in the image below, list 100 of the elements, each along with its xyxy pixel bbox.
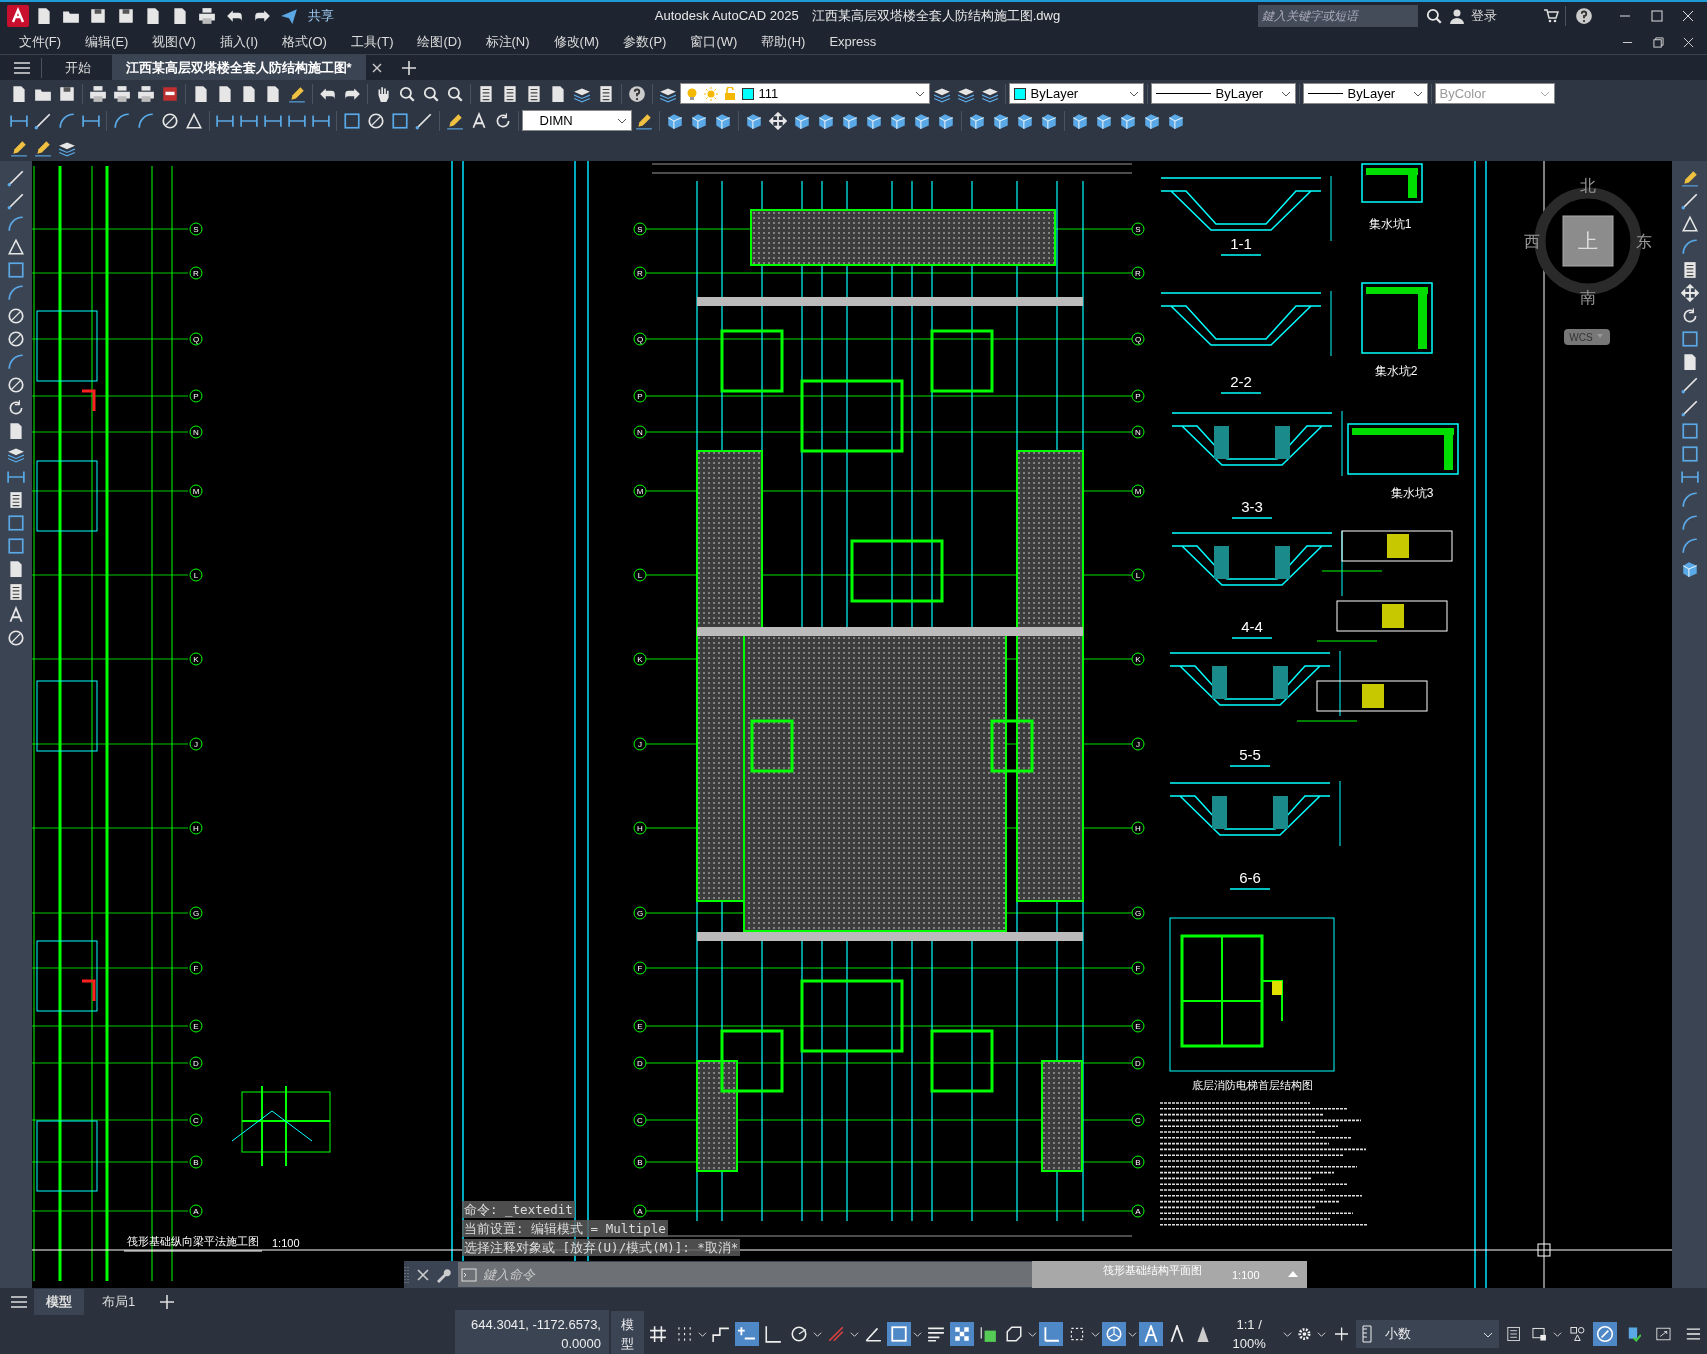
printer-icon[interactable] [198,7,217,25]
dimension-style-dropdown[interactable]: DIMN [521,110,632,131]
caret-icon[interactable] [616,118,627,125]
square-icon[interactable] [1680,445,1699,463]
plus-icon[interactable] [401,60,416,75]
model-space-button[interactable]: 模型 [610,1310,645,1354]
cube-icon[interactable] [912,111,931,130]
caret-icon[interactable] [1317,1330,1327,1340]
arc-icon[interactable] [57,111,76,130]
square-icon[interactable] [7,537,25,555]
line-icon[interactable] [1680,376,1699,394]
square-icon[interactable] [7,261,25,279]
grid-icon[interactable] [7,583,25,601]
menu-icon[interactable] [1685,1326,1701,1342]
caret-icon[interactable] [1091,1330,1101,1340]
cube-icon[interactable] [864,111,883,130]
triangle-icon[interactable] [184,111,203,130]
cube-icon[interactable] [991,111,1010,130]
layout-tab[interactable]: 布局1 [90,1289,148,1315]
rotate-icon[interactable] [7,399,25,417]
units-dropdown[interactable]: 小数 [1356,1320,1499,1348]
wrench-icon[interactable] [435,1266,451,1283]
cube-icon[interactable] [744,111,763,130]
cube-icon[interactable] [936,111,955,130]
menu-item[interactable]: 绘图(D) [405,32,474,52]
menu-icon[interactable] [10,1295,28,1309]
printer-icon[interactable] [112,84,131,103]
cube-icon[interactable] [1070,111,1089,130]
cube-icon[interactable] [1039,111,1058,130]
cube-icon[interactable] [1680,560,1699,578]
cube-icon[interactable] [1142,111,1161,130]
move-icon[interactable] [1680,284,1699,302]
prompt-icon[interactable] [460,1267,477,1282]
caret-icon[interactable] [1128,91,1139,98]
circle-icon[interactable] [7,330,25,348]
view-cube[interactable] [1562,215,1614,267]
arc-icon[interactable] [136,111,155,130]
help-icon[interactable] [1575,7,1594,25]
square-icon[interactable] [390,111,409,130]
magnifier-icon[interactable] [1424,7,1443,25]
close-icon[interactable] [416,1268,429,1281]
magnifier-icon[interactable] [445,84,464,103]
plus-icon[interactable] [159,1295,174,1309]
magnifier-icon[interactable] [397,84,416,103]
paper-plane-icon[interactable] [280,7,298,25]
layer-dropdown[interactable]: 111 [679,83,930,104]
pencil-icon[interactable] [9,138,28,157]
document-tab[interactable]: 开始 [51,54,105,81]
caret-icon[interactable] [1282,1330,1292,1340]
caret-icon[interactable] [1028,1330,1038,1340]
menu-item[interactable]: 窗口(W) [678,32,750,52]
caret-icon[interactable] [1128,1330,1138,1340]
menu-item[interactable]: 修改(M) [541,32,612,52]
compass-label[interactable]: 南 [1580,289,1596,306]
document-tab[interactable]: 江西某高层双塔楼全套人防结构施工图* [111,54,366,81]
printer-icon[interactable] [88,84,107,103]
circle-icon[interactable] [7,307,25,325]
line-icon[interactable] [7,192,25,210]
caret-icon[interactable] [813,1330,823,1340]
caret-icon[interactable] [698,1330,708,1340]
square-icon[interactable] [7,514,25,532]
letter-icon[interactable] [7,606,25,624]
square-icon[interactable] [1680,330,1699,348]
annotation-scale-button[interactable]: 1:1 / 100% [1217,1310,1281,1354]
dimension-icon[interactable] [1680,468,1699,486]
circle-icon[interactable] [7,629,25,647]
menu-item[interactable]: 参数(P) [611,32,679,52]
line-icon[interactable] [1680,399,1699,417]
close-icon[interactable] [372,62,383,73]
list-icon[interactable] [1507,1325,1521,1343]
fullscreen-icon[interactable] [1655,1326,1671,1342]
page-icon[interactable] [7,422,25,440]
menu-item[interactable]: 插入(I) [207,32,271,52]
circle-icon[interactable] [366,111,385,130]
window-lock-icon[interactable] [1532,1325,1548,1343]
cube-icon[interactable] [713,111,732,130]
compass-label[interactable]: 北 [1580,177,1596,194]
compass-label[interactable]: 东 [1636,233,1652,250]
arc-icon[interactable] [7,215,25,233]
arc-icon[interactable] [1680,514,1699,532]
cube-icon[interactable] [1094,111,1113,130]
pencil-icon[interactable] [33,138,52,157]
menu-item[interactable]: 帮助(H) [749,32,818,52]
cube-icon[interactable] [967,111,986,130]
dimension-icon[interactable] [7,468,25,486]
grid-icon[interactable] [7,491,25,509]
arc-icon[interactable] [1680,491,1699,509]
square-icon[interactable] [342,111,361,130]
layout-tab[interactable]: 模型 [34,1289,84,1315]
search-field[interactable]: 鍵入关键字或短语 [1258,5,1419,27]
document-icon[interactable] [160,84,179,103]
circle-icon[interactable] [160,111,179,130]
pencil-icon[interactable] [445,111,464,130]
caret-icon[interactable] [1280,91,1291,98]
color-dropdown[interactable]: ByLayer [1008,83,1144,104]
move-icon[interactable] [768,111,787,130]
share-button[interactable]: 共享 [304,6,337,26]
app-logo-icon[interactable] [6,5,29,27]
printer-icon[interactable] [136,84,155,103]
page-icon[interactable] [7,560,25,578]
